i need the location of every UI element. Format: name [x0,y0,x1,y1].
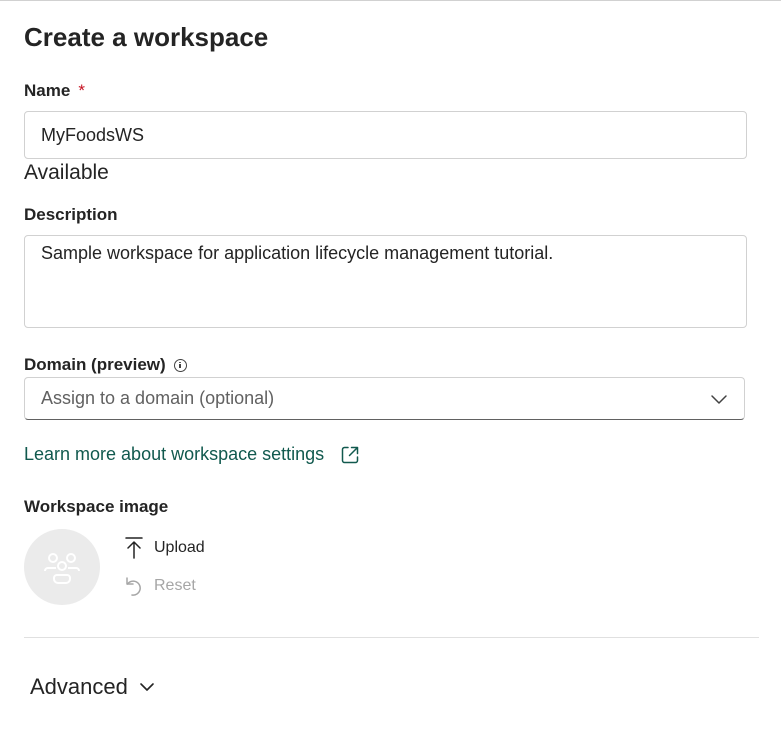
chevron-down-icon [711,395,727,404]
domain-label-text: Domain (preview) [24,355,166,374]
required-indicator: * [78,81,85,100]
domain-dropdown[interactable]: Assign to a domain (optional) [24,377,745,420]
name-label-text: Name [24,81,71,100]
name-availability-status: Available [24,161,109,184]
reset-undo-icon [126,577,141,596]
advanced-section-toggle[interactable]: Advanced [30,674,156,700]
workspace-image-label: Workspace image [24,497,169,516]
chevron-down-icon [140,683,154,691]
upload-arrow-icon [125,537,143,559]
reset-button[interactable]: Reset [124,574,196,598]
top-border [0,0,781,1]
domain-label: Domain (preview) [24,355,187,375]
learn-more-link-text: Learn more about workspace settings [24,444,325,464]
reset-button-label: Reset [154,577,196,594]
workspace-image-avatar [24,529,100,605]
upload-button-label: Upload [154,539,205,556]
name-input[interactable]: MyFoodsWS [24,111,747,159]
description-label: Description [24,205,118,224]
advanced-label: Advanced [30,674,128,699]
people-group-icon [44,553,80,584]
domain-dropdown-placeholder: Assign to a domain (optional) [41,388,275,408]
name-label: Name * [24,81,85,101]
learn-more-link[interactable]: Learn more about workspace settings [24,444,360,465]
section-divider [24,637,759,638]
upload-button[interactable]: Upload [124,536,205,560]
description-textarea[interactable]: Sample workspace for application lifecyc… [24,235,747,328]
page-title: Create a workspace [24,22,269,52]
external-link-icon [341,446,359,463]
info-icon[interactable] [173,358,187,372]
